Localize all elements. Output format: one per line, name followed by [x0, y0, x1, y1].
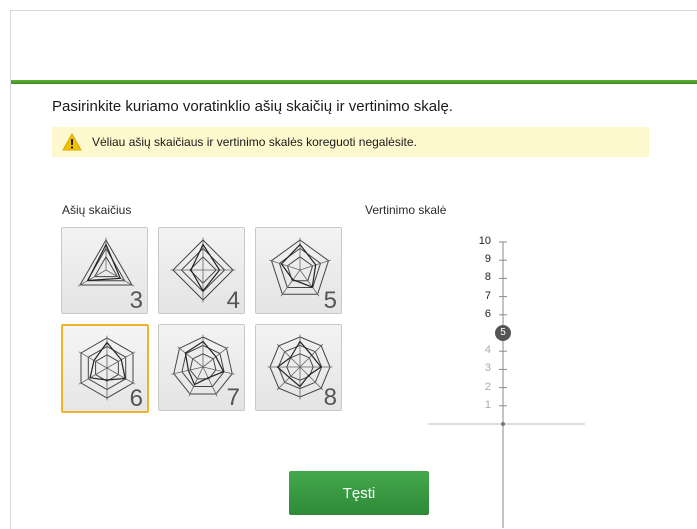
axes-option-4[interactable]: 4: [158, 227, 245, 314]
scale-slider-handle[interactable]: 5: [495, 325, 511, 341]
axes-option-8[interactable]: 8: [255, 324, 342, 411]
warning-icon: [62, 133, 82, 151]
scale-tick-9[interactable]: 9: [471, 253, 491, 265]
axes-option-number: 7: [226, 384, 240, 411]
axes-option-number: 8: [323, 384, 337, 411]
page-heading: Pasirinkite kuriamo voratinklio ašių ska…: [52, 98, 453, 115]
axes-option-number: 5: [323, 287, 337, 314]
scale-tick-3[interactable]: 3: [471, 362, 491, 374]
rating-scale-label: Vertinimo skalė: [365, 203, 447, 217]
scale-tick-8[interactable]: 8: [471, 271, 491, 283]
scale-axis-lines: [428, 241, 585, 528]
scale-tick-6[interactable]: 6: [471, 308, 491, 320]
axes-option-number: 3: [129, 287, 143, 314]
scale-tick-7[interactable]: 7: [471, 290, 491, 302]
axes-option-number: 4: [226, 287, 240, 314]
axes-option-3[interactable]: 3: [61, 227, 148, 314]
scale-tick-10[interactable]: 10: [471, 235, 491, 247]
axes-option-number: 6: [129, 385, 143, 412]
continue-button[interactable]: Tęsti: [289, 471, 429, 515]
axes-option-5[interactable]: 5: [255, 227, 342, 314]
warning-text: Vėliau ašių skaičiaus ir vertinimo skalė…: [92, 135, 417, 149]
warning-banner: Vėliau ašių skaičiaus ir vertinimo skalė…: [52, 127, 649, 157]
axes-count-label: Ašių skaičius: [62, 203, 132, 217]
axes-option-6[interactable]: 6: [61, 324, 149, 413]
scale-tick-2[interactable]: 2: [471, 381, 491, 393]
accent-line: [11, 80, 697, 84]
rating-scale[interactable]: 10987654321 5: [410, 228, 600, 528]
axes-option-7[interactable]: 7: [158, 324, 245, 411]
scale-tick-4[interactable]: 4: [471, 344, 491, 356]
axes-options: 3 4 5 6 7 8: [61, 227, 354, 419]
scale-tick-1[interactable]: 1: [471, 399, 491, 411]
header-band: [11, 11, 697, 81]
